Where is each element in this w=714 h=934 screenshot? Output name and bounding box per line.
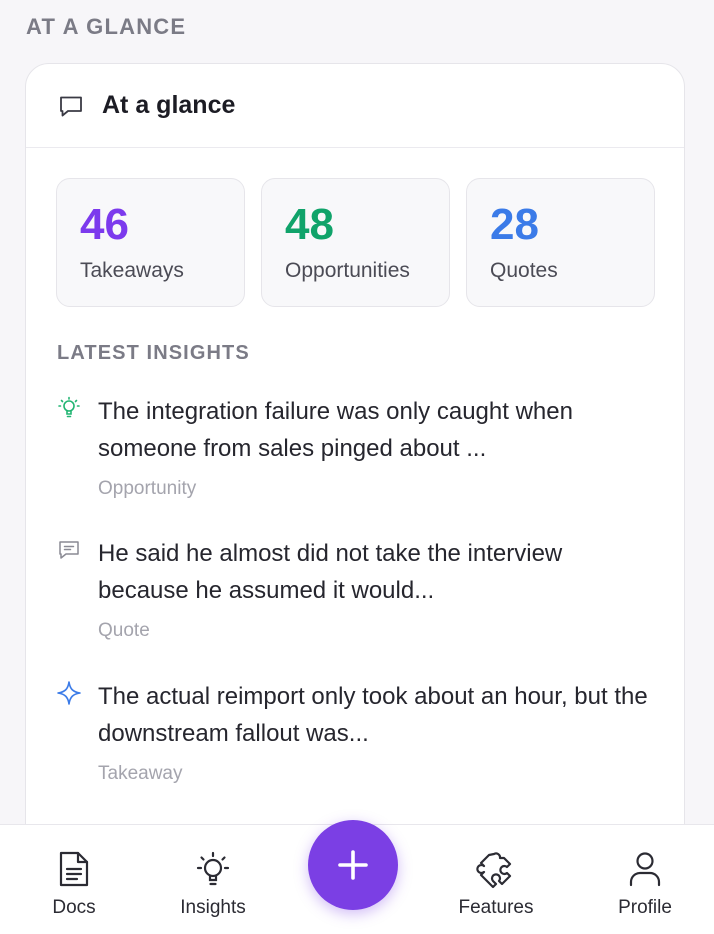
add-button[interactable] — [308, 820, 398, 910]
stat-opportunities[interactable]: 48 Opportunities — [261, 178, 450, 307]
insight-type: Opportunity — [98, 478, 197, 499]
insight-text: He said he almost did not take the inter… — [98, 540, 563, 604]
nav-label: Features — [458, 897, 534, 918]
insight-item-takeaway[interactable]: The actual reimport only took about an h… — [56, 678, 656, 788]
nav-item-docs[interactable]: Docs — [9, 825, 139, 934]
plus-icon — [336, 848, 370, 882]
nav-label: Insights — [180, 897, 246, 918]
stat-quotes[interactable]: 28 Quotes — [466, 178, 655, 307]
document-icon — [54, 849, 94, 889]
stats-row: 46 Takeaways 48 Opportunities 28 Quotes — [56, 178, 655, 307]
stat-value: 46 — [80, 200, 129, 249]
quote-bubble-icon — [56, 537, 82, 563]
insight-type: Quote — [98, 620, 150, 641]
insight-type: Takeaway — [98, 763, 183, 784]
latest-insights-heading: LATEST INSIGHTS — [57, 342, 250, 364]
stat-value: 48 — [285, 200, 334, 249]
card-title: At a glance — [102, 91, 236, 119]
nav-item-features[interactable]: Features — [431, 825, 561, 934]
sparkle-icon — [56, 680, 82, 706]
insight-item-opportunity[interactable]: The integration failure was only caught … — [56, 393, 656, 503]
insight-text: The integration failure was only caught … — [98, 398, 573, 462]
insight-text: The actual reimport only took about an h… — [98, 683, 648, 747]
stat-label: Opportunities — [285, 259, 410, 282]
app-screen: AT A GLANCE At a glance 46 Takeaways 48 … — [0, 0, 714, 934]
nav-label: Docs — [52, 897, 96, 918]
card-header: At a glance — [26, 64, 684, 148]
user-icon — [625, 849, 665, 889]
lightbulb-icon — [56, 395, 82, 421]
nav-item-insights[interactable]: Insights — [148, 825, 278, 934]
puzzle-icon — [476, 849, 516, 889]
nav-label: Profile — [618, 897, 672, 918]
insight-item-quote[interactable]: He said he almost did not take the inter… — [56, 535, 656, 645]
at-a-glance-card: At a glance 46 Takeaways 48 Opportunitie… — [25, 63, 685, 883]
nav-item-profile[interactable]: Profile — [580, 825, 710, 934]
stat-label: Quotes — [490, 259, 558, 282]
chat-bubble-icon — [57, 92, 85, 120]
lightbulb-icon — [193, 849, 233, 889]
stat-takeaways[interactable]: 46 Takeaways — [56, 178, 245, 307]
section-heading: AT A GLANCE — [26, 14, 187, 39]
stat-label: Takeaways — [80, 259, 184, 282]
stat-value: 28 — [490, 200, 539, 249]
